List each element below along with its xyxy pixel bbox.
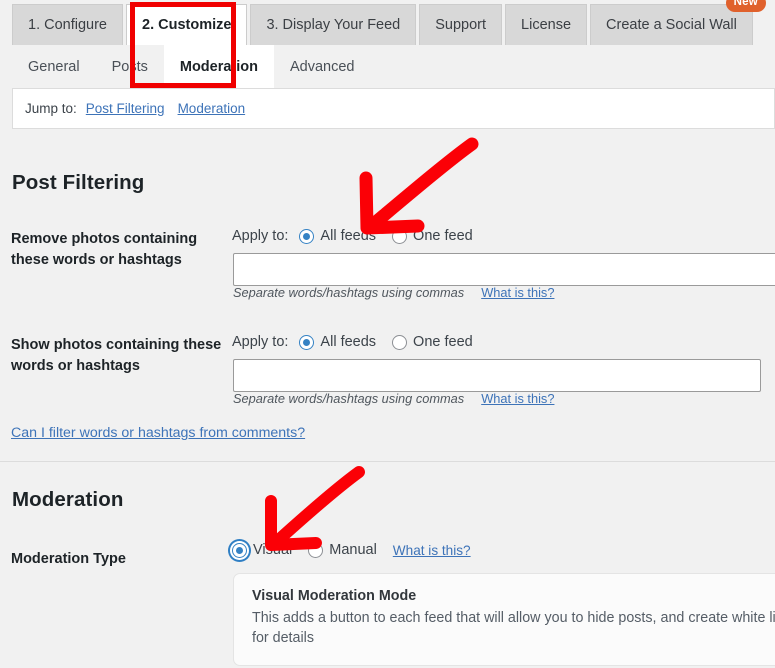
tab-license-label: License [521,16,572,33]
subtab-advanced-label: Advanced [290,58,355,75]
visual-moderation-info-box: Visual Moderation Mode This adds a butto… [233,573,775,666]
remove-photos-radio-all-feeds[interactable]: All feeds [299,228,376,244]
tab-support-label: Support [435,16,487,33]
filter-comments-link[interactable]: Can I filter words or hashtags from comm… [11,425,305,441]
show-photos-hint: Separate words/hashtags using commas [233,391,465,406]
radio-indicator-visual[interactable] [232,542,247,558]
show-photos-radio-one-feed[interactable]: One feed [392,334,473,350]
radio-indicator-all-feeds[interactable] [299,228,315,244]
tab-license[interactable]: License [505,4,588,45]
moderation-what-is-this-link[interactable]: What is this? [393,543,471,558]
secondary-tabs: General Posts Moderation Advanced [12,45,371,88]
tab-configure[interactable]: 1. Configure [12,4,123,45]
subtab-posts[interactable]: Posts [96,45,164,88]
visual-moderation-info-title: Visual Moderation Mode [252,588,417,604]
tab-customize-label: 2. Customize [142,16,232,33]
tab-configure-label: 1. Configure [28,16,107,33]
remove-photos-hint-row: Separate words/hashtags using commas Wha… [233,285,554,300]
primary-tabs: 1. Configure 2. Customize 3. Display You… [12,0,766,45]
remove-photos-apply-to-label: Apply to: [232,228,289,244]
secondary-tab-bar: General Posts Moderation Advanced [0,45,775,88]
subtab-moderation-label: Moderation [179,58,258,75]
moderation-radio-visual-label: Visual [253,542,293,558]
jump-link-moderation[interactable]: Moderation [178,101,246,116]
subtab-general[interactable]: General [12,45,96,88]
tab-create-a-social-wall-label: Create a Social Wall [606,16,737,33]
radio-indicator-all-feeds[interactable] [299,334,315,350]
radio-indicator-manual[interactable] [308,542,324,558]
show-photos-what-is-this-link[interactable]: What is this? [481,391,554,406]
moderation-type-group: Visual Manual What is this? [232,542,471,558]
new-badge: New [725,0,766,12]
show-photos-words-input[interactable] [233,359,761,392]
remove-photos-hint: Separate words/hashtags using commas [233,285,465,300]
visual-moderation-info-line2: for details [252,630,314,647]
subtab-general-label: General [28,58,80,75]
remove-photos-what-is-this-link[interactable]: What is this? [481,285,554,300]
show-photos-radio-one-feed-label: One feed [413,334,473,350]
moderation-radio-manual-label: Manual [329,542,377,558]
tab-display-your-feed-label: 3. Display Your Feed [266,16,401,33]
subtab-advanced[interactable]: Advanced [274,45,371,88]
arrow-to-all-feeds-annotation [359,137,479,235]
show-photos-radio-all-feeds[interactable]: All feeds [299,334,376,350]
subtab-posts-label: Posts [111,58,148,75]
visual-moderation-info-line1: This adds a button to each feed that wil… [252,610,775,626]
tab-customize[interactable]: 2. Customize [126,4,248,45]
show-photos-label: Show photos containing these words or ha… [11,337,222,374]
screen-root: 1. Configure 2. Customize 3. Display You… [0,0,775,668]
moderation-radio-visual[interactable]: Visual [232,542,292,558]
remove-photos-radio-all-feeds-label: All feeds [320,228,377,244]
jump-to-bar: Jump to: Post Filtering Moderation [12,88,775,129]
radio-indicator-one-feed[interactable] [392,228,408,244]
remove-photos-words-input[interactable] [233,253,775,286]
tab-display-your-feed[interactable]: 3. Display Your Feed [250,4,417,45]
moderation-radio-manual[interactable]: Manual [308,542,377,558]
remove-photos-radio-one-feed-label: One feed [413,228,473,244]
section-divider [0,461,775,462]
remove-photos-apply-to-group: Apply to: All feeds One feed [232,228,489,244]
primary-tab-bar: 1. Configure 2. Customize 3. Display You… [0,0,775,45]
radio-indicator-one-feed[interactable] [392,334,408,350]
moderation-heading: Moderation [12,488,124,511]
subtab-moderation[interactable]: Moderation [163,45,274,88]
show-photos-apply-to-label: Apply to: [232,334,289,350]
tab-create-a-social-wall[interactable]: Create a Social Wall New [590,0,766,45]
moderation-type-label: Moderation Type [11,551,126,567]
remove-photos-radio-one-feed[interactable]: One feed [392,228,473,244]
show-photos-hint-row: Separate words/hashtags using commas Wha… [233,391,554,406]
jump-link-post-filtering[interactable]: Post Filtering [86,101,165,116]
show-photos-apply-to-group: Apply to: All feeds One feed [232,334,489,350]
jump-to-label: Jump to: [25,101,77,116]
tab-support[interactable]: Support [419,4,503,45]
remove-photos-label: Remove photos containing these words or … [11,231,198,268]
post-filtering-heading: Post Filtering [12,171,145,194]
show-photos-radio-all-feeds-label: All feeds [320,334,377,350]
